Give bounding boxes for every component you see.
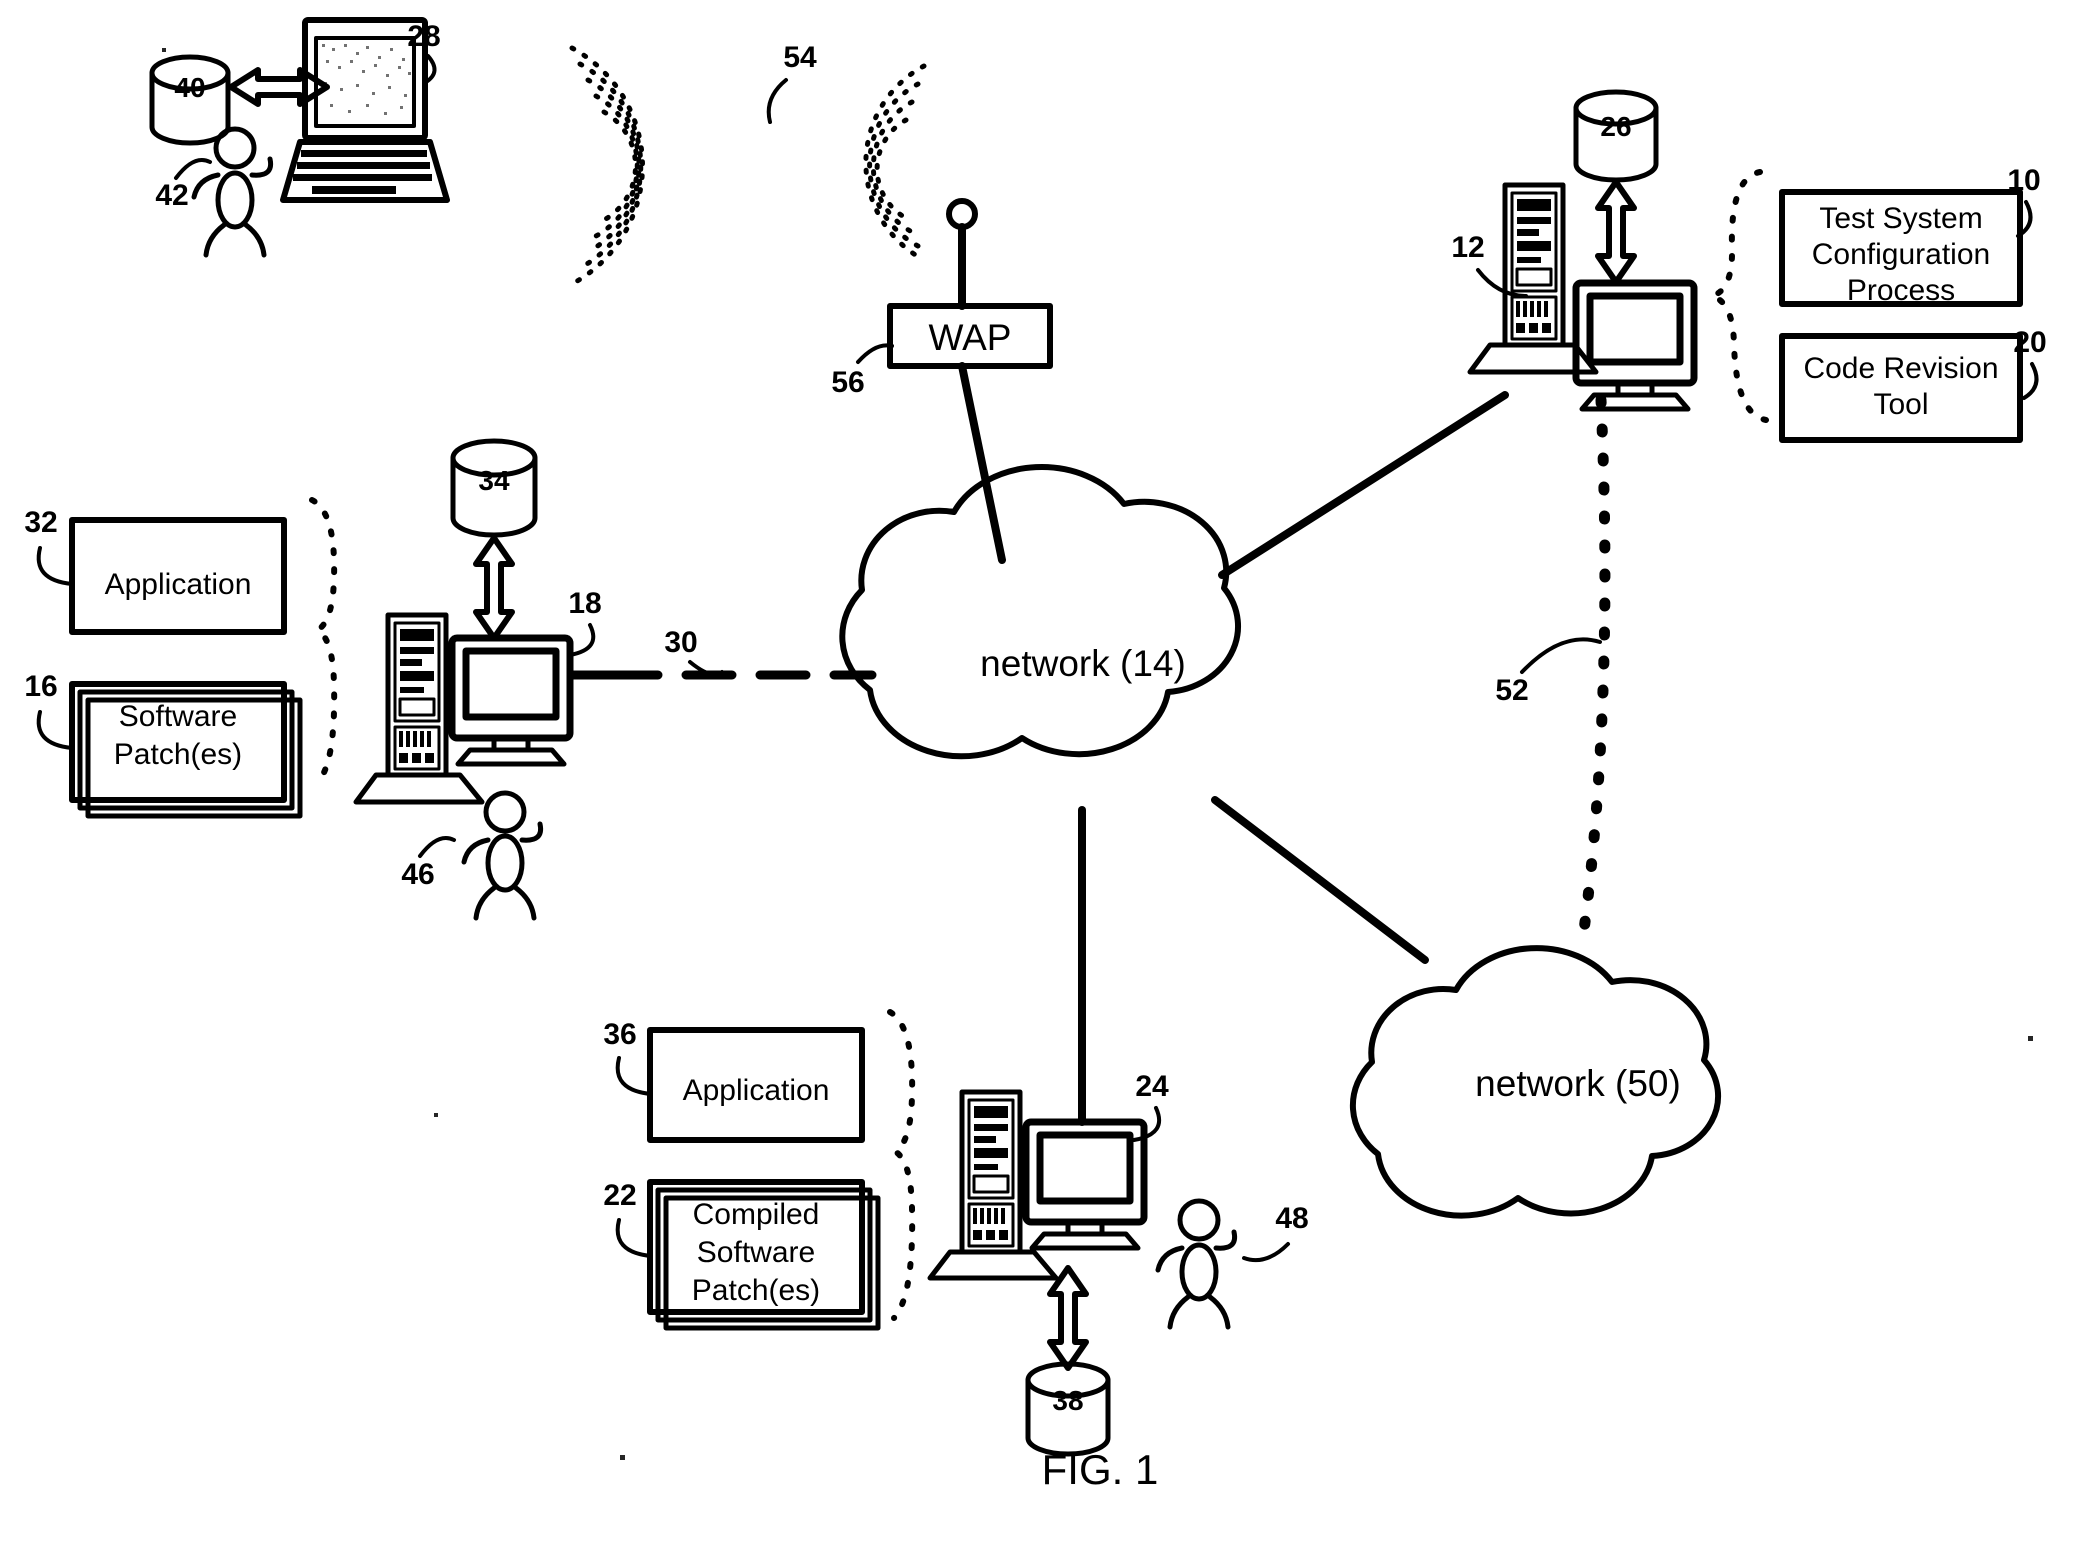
workstation-18 [353,615,617,805]
workstation-12 [1467,185,1694,409]
box-test-system-configuration-process: Test System Configuration Process [1779,189,2023,307]
user-42 [191,126,274,258]
svg-text:24: 24 [1135,1070,1169,1103]
box-compiled-software-patches-22: Compiled Software Patch(es) [647,1179,881,1331]
ref-numeral-48: 48 [1242,1202,1309,1263]
bidirectional-link-40-28 [228,67,330,107]
workstation-24 [927,1092,1144,1281]
wap-label: WAP [929,317,1012,358]
storage-cylinder-34: 34 [450,438,538,538]
wireless-signal-arcs-right [863,63,927,263]
box-code-revision-tool: Code Revision Tool [1779,333,2023,443]
storage-38-label: 38 [1052,1385,1083,1416]
link-wap-to-network14 [958,362,1006,564]
bidirectional-link-34-18 [476,538,512,638]
svg-text:16: 16 [24,670,57,703]
svg-text:18: 18 [568,587,601,620]
bidirectional-link-26-12 [1598,182,1634,282]
user-46 [461,790,544,921]
application-32-label: Application [105,568,252,601]
wap-box: WAP [887,303,1053,369]
svg-text:56: 56 [831,366,864,399]
patent-figure-1: 40 28 42 54 WAP 56 network (14) network … [0,0,2079,1544]
ref-numeral-36: 36 [603,1018,653,1096]
bidirectional-link-24-38 [1050,1268,1086,1368]
ref-numeral-54: 54 [766,41,817,124]
storage-cylinder-40: 40 [149,54,231,146]
svg-text:28: 28 [407,20,440,53]
svg-text:30: 30 [664,626,697,659]
svg-text:20: 20 [2013,326,2046,359]
wireless-signal-arcs-left [569,45,646,287]
svg-text:36: 36 [603,1018,636,1051]
storage-cylinder-38: 38 [1025,1361,1111,1457]
link-network14-to-network50 [1211,796,1429,964]
compiled-patches-line3: Patch(es) [692,1274,820,1307]
svg-text:22: 22 [603,1179,636,1212]
box-application-36: Application [647,1027,865,1143]
svg-text:12: 12 [1451,231,1484,264]
wap-antenna [946,198,978,310]
compiled-patches-line1: Compiled [693,1198,820,1231]
svg-text:52: 52 [1495,674,1528,707]
tscp-line1: Test System [1819,202,1982,235]
storage-26-label: 26 [1600,111,1631,142]
svg-text:54: 54 [783,41,817,74]
ref-numeral-16: 16 [24,670,74,750]
tscp-line3: Process [1847,274,1955,307]
svg-text:32: 32 [24,506,57,539]
application-36-label: Application [683,1074,830,1107]
link-52-dotted: 52 [1495,394,1611,936]
figure-caption: FIG. 1 [1042,1446,1159,1493]
link-network14-to-server12 [1218,391,1509,579]
compiled-patches-line2: Software [697,1236,815,1269]
software-patches-line2: Patch(es) [114,738,242,771]
figure-canvas: 40 28 42 54 WAP 56 network (14) network … [24,17,2047,1493]
brace-bottom-group [887,1009,916,1321]
ref-numeral-22: 22 [603,1179,653,1258]
box-application-32: Application [69,517,287,635]
storage-34-label: 34 [478,465,510,496]
ref-numeral-10: 10 [2007,164,2041,238]
svg-text:42: 42 [155,179,188,212]
ref-numeral-32: 32 [24,506,74,586]
link-30-dashed: 30 [607,626,877,680]
network-cloud-50: network (50) [1349,945,1722,1219]
user-48 [1155,1198,1238,1330]
ref-numeral-12: 12 [1451,231,1528,298]
network-50-label: network (50) [1475,1063,1681,1104]
svg-text:10: 10 [2007,164,2040,197]
network-cloud-14: network (14) [839,464,1242,760]
storage-40-label: 40 [174,72,205,103]
storage-cylinder-26: 26 [1573,89,1659,183]
software-patches-line1: Software [119,700,237,733]
brace-right [1709,169,1769,423]
ref-numeral-46: 46 [401,836,456,891]
tscp-line2: Configuration [1812,238,1990,271]
network-14-label: network (14) [980,643,1186,684]
ref-numeral-56: 56 [831,343,894,399]
svg-text:48: 48 [1275,1202,1308,1235]
crt-line1: Code Revision [1803,352,1998,385]
box-software-patches-16: Software Patch(es) [69,681,303,819]
crt-line2: Tool [1873,388,1928,421]
ref-numeral-24: 24 [1132,1070,1169,1142]
svg-text:46: 46 [401,858,434,891]
brace-left-group [309,497,338,787]
